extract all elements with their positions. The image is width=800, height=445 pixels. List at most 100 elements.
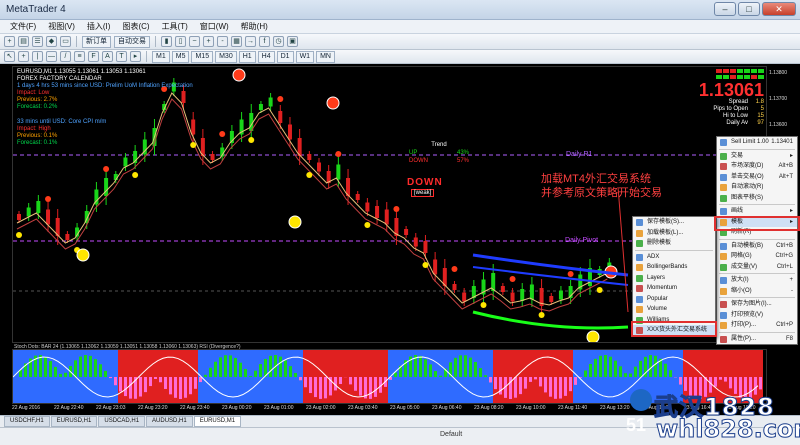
crosshair-icon[interactable]: +: [18, 51, 29, 62]
timeframe-mn[interactable]: MN: [316, 50, 335, 63]
market-watch-icon[interactable]: ☰: [32, 36, 43, 47]
menu-item-3[interactable]: 图表(C): [116, 21, 155, 32]
menu-separator: [719, 148, 795, 150]
signal-dot: [132, 172, 139, 178]
histogram-bar: [494, 377, 497, 390]
auto-scroll-icon[interactable]: →: [245, 36, 256, 47]
signal-dot: [45, 196, 52, 202]
ctx-template-item[interactable]: Popular: [633, 294, 715, 305]
ctx-template-item[interactable]: 保存模板(S)...: [633, 217, 715, 228]
ctx-template-item[interactable]: BollingerBands: [633, 262, 715, 273]
minimize-button[interactable]: –: [714, 2, 736, 16]
chart-tab[interactable]: USDCAD,H1: [98, 416, 146, 427]
chart-tab[interactable]: USDCHF,H1: [4, 416, 50, 427]
candle-body: [462, 292, 467, 302]
menu-item-1[interactable]: 视图(V): [42, 21, 81, 32]
ctx-main-item[interactable]: 画线 ▸: [717, 206, 797, 217]
histogram-bar: [244, 368, 247, 377]
timeframe-h4[interactable]: H4: [257, 50, 275, 63]
watermark-logo-icon: [630, 389, 652, 411]
ctx-main-item[interactable]: 自动滚动(R): [717, 182, 797, 193]
label-icon[interactable]: T: [116, 51, 127, 62]
channel-upper: [472, 253, 629, 277]
ctx-main-item[interactable]: 成交量(V) Ctrl+L: [717, 262, 797, 273]
ctx-main-item[interactable]: 打印预览(V): [717, 310, 797, 321]
ctx-main-item[interactable]: 交易 ▸: [717, 151, 797, 162]
arrow-icon[interactable]: ▸: [130, 51, 141, 62]
text-icon[interactable]: A: [102, 51, 113, 62]
ctx-template-item[interactable]: Layers: [633, 273, 715, 284]
terminal-icon[interactable]: ▭: [60, 36, 71, 47]
ctx-main-item[interactable]: 单击交易(O) Alt+T: [717, 172, 797, 183]
timeframe-m15[interactable]: M15: [191, 50, 214, 63]
auto-trading-button[interactable]: 自动交易: [114, 35, 150, 48]
zoom-out-icon[interactable]: -: [217, 36, 228, 47]
timeframe-m1[interactable]: M1: [152, 50, 170, 63]
daily-pivot-label: Daily Pivot: [565, 237, 599, 244]
ctx-template-item[interactable]: Momentum: [633, 283, 715, 294]
ctx-main-item[interactable]: 属性(P)... F8: [717, 334, 797, 345]
timeframe-m5[interactable]: M5: [171, 50, 190, 63]
ctx-main-item[interactable]: 保存为图片(I)...: [717, 299, 797, 310]
new-order-button[interactable]: 新订单: [82, 35, 111, 48]
highlight-system-item: [631, 321, 717, 337]
timeframe-w1[interactable]: W1: [295, 50, 315, 63]
timeframe-d1[interactable]: D1: [276, 50, 294, 63]
cursor-icon[interactable]: ↖: [4, 51, 15, 62]
maximize-button[interactable]: □: [738, 2, 760, 16]
fibonacci-icon[interactable]: F: [88, 51, 99, 62]
ctx-main-item[interactable]: 图表平移(S): [717, 193, 797, 204]
menu-item-icon: [720, 163, 727, 170]
timeframe-m30[interactable]: M30: [215, 50, 237, 63]
ctx-template-item[interactable]: ADX: [633, 252, 715, 263]
periods-icon[interactable]: ◷: [273, 36, 284, 47]
chart-tab[interactable]: EURUSD,H1: [50, 416, 98, 427]
ctx-main-item[interactable]: 自动模板(B) Ctrl+B: [717, 241, 797, 252]
menu-item-4[interactable]: 工具(T): [156, 21, 194, 32]
status-profile: Default: [440, 431, 463, 438]
horizontal-line-icon[interactable]: —: [46, 51, 57, 62]
signal-dot: [248, 137, 255, 143]
signal-dot: [596, 287, 603, 293]
chart-tab[interactable]: EURUSD,M1: [193, 416, 242, 427]
trendline-icon[interactable]: /: [60, 51, 71, 62]
signal-dot: [219, 131, 226, 137]
new-chart-icon[interactable]: +: [4, 36, 15, 47]
event2-line: 33 mins until USD: Core CPI m/m: [17, 119, 107, 125]
line-chart-icon[interactable]: ~: [189, 36, 200, 47]
chart-tab[interactable]: AUDUSD,H1: [146, 416, 193, 427]
channel-icon[interactable]: ≡: [74, 51, 85, 62]
signal-dot: [538, 312, 545, 318]
timeframe-h1[interactable]: H1: [238, 50, 256, 63]
close-button[interactable]: ✕: [762, 2, 796, 16]
candle-chart-icon[interactable]: ▯: [175, 36, 186, 47]
menu-item-6[interactable]: 帮助(H): [235, 21, 274, 32]
ctx-main-item[interactable]: 打印(P)... Ctrl+P: [717, 320, 797, 331]
ctx-main-item[interactable]: 放大(I) +: [717, 275, 797, 286]
histogram-bar: [509, 377, 512, 399]
tile-windows-icon[interactable]: ▦: [231, 36, 242, 47]
ctx-template-item[interactable]: 删除模板: [633, 238, 715, 249]
zoom-in-icon[interactable]: +: [203, 36, 214, 47]
highlight-template-item: [714, 216, 800, 231]
ctx-main-item[interactable]: 市场深度(D) Alt+B: [717, 161, 797, 172]
menu-item-label: Layers: [647, 274, 666, 281]
menu-item-5[interactable]: 窗口(W): [194, 21, 235, 32]
bar-chart-icon[interactable]: ▮: [161, 36, 172, 47]
ctx-main-item[interactable]: Sell Limit 1.00 1.13401: [717, 137, 797, 148]
menu-item-0[interactable]: 文件(F): [4, 21, 42, 32]
profiles-icon[interactable]: ▤: [18, 36, 29, 47]
candle-body: [375, 206, 380, 218]
menu-item-2[interactable]: 插入(I): [81, 21, 117, 32]
ctx-template-item[interactable]: 加载模板(L)...: [633, 228, 715, 239]
ctx-template-item[interactable]: Volume: [633, 304, 715, 315]
histogram-bar: [239, 362, 242, 377]
indicators-icon[interactable]: f: [259, 36, 270, 47]
candle-body: [104, 178, 109, 196]
navigator-icon[interactable]: ◆: [46, 36, 57, 47]
ctx-main-item[interactable]: 缩小(O) -: [717, 286, 797, 297]
ctx-main-item[interactable]: 网格(G) Ctrl+G: [717, 251, 797, 262]
histogram-bar: [54, 366, 57, 377]
templates-icon[interactable]: ▣: [287, 36, 298, 47]
vertical-line-icon[interactable]: |: [32, 51, 43, 62]
